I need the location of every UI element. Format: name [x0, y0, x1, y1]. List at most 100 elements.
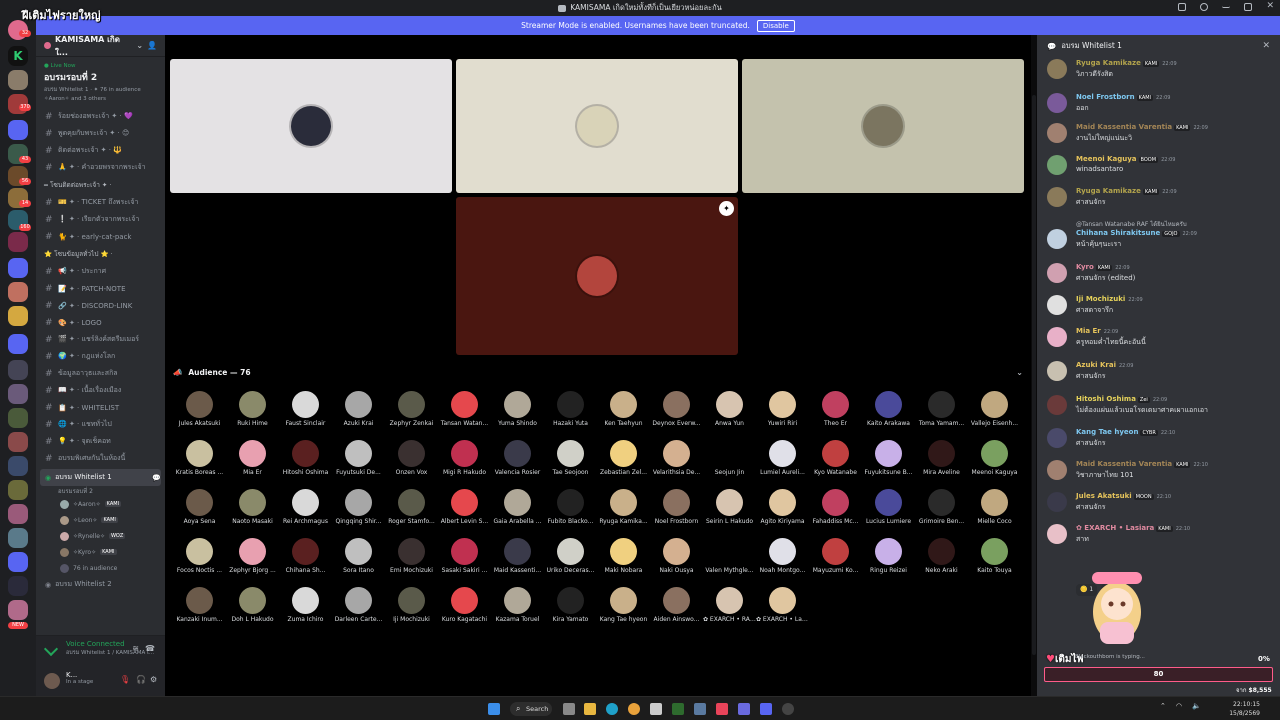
message-avatar[interactable] [1047, 155, 1067, 175]
channel-item[interactable]: # 📢 ✦ · ประกาศ [36, 263, 165, 280]
server-icon[interactable]: K [8, 46, 28, 66]
server-icon[interactable] [8, 258, 28, 278]
audience-member[interactable]: Qingqing Shir... [332, 489, 385, 525]
message-author[interactable]: Ryuga Kamikaze [1076, 187, 1141, 195]
server-icon[interactable] [8, 528, 28, 548]
chrome-icon[interactable] [628, 703, 640, 715]
maximize-button[interactable] [1244, 3, 1253, 11]
server-icon[interactable] [8, 456, 28, 476]
windows-start-icon[interactable] [488, 703, 500, 715]
audience-member[interactable]: Fubito Blacko... [544, 489, 597, 525]
speaker-tile[interactable] [170, 59, 452, 193]
channel-item[interactable]: # 📝 ✦ · PATCH-NOTE [36, 280, 165, 297]
chat-message[interactable]: Jules Akatsuki MOON 22:10 ศาสนจักร [1047, 492, 1272, 513]
audience-member[interactable]: Kratis Boreas ... [173, 440, 226, 476]
voice-member[interactable]: ✧Aaron✧ KAMI [36, 496, 165, 512]
audience-member[interactable]: Kira Yamato [544, 587, 597, 623]
audience-member[interactable]: Zephyr Zenkai [385, 391, 438, 427]
chat-message[interactable]: Kang Tae hyeon CYBR 22:10 ศาสนจักร [1047, 428, 1272, 449]
live-stage-card[interactable]: ● Live Now อบรมรอบที่ 2 อบรม Whitelist 1… [42, 61, 159, 104]
system-clock[interactable]: 22:10:15 15/8/2569 [1229, 700, 1260, 718]
speaker-tile[interactable] [742, 59, 1024, 193]
server-icon[interactable] [8, 600, 28, 620]
discord-taskbar-icon[interactable] [760, 703, 772, 715]
chat-icon[interactable]: 💬 [152, 474, 161, 482]
disable-streamer-mode-button[interactable]: Disable [756, 19, 795, 32]
file-explorer-icon[interactable] [584, 703, 596, 715]
server-icon[interactable] [8, 360, 28, 380]
voice-member[interactable]: 76 in audience [36, 560, 165, 576]
wifi-icon[interactable]: ◠ [1176, 702, 1182, 710]
voice-member[interactable]: ✧Kyro✧ KAMI [36, 544, 165, 560]
message-avatar[interactable] [1047, 524, 1067, 544]
server-icon[interactable] [8, 576, 28, 596]
audience-member[interactable]: Lucius Lumiere [862, 489, 915, 525]
channel-category[interactable]: ═ โซนติดต่อพระเจ้า ✦ · [36, 176, 165, 194]
chevron-up-icon[interactable]: ⌃ [1160, 702, 1166, 710]
audience-member[interactable]: Valencia Rosier [491, 440, 544, 476]
audience-member[interactable]: Mielle Coco [968, 489, 1021, 525]
audience-member[interactable]: Toma Yamam... [915, 391, 968, 427]
reply-preview[interactable]: @Tansan Watanabe RAF ได้ยินไหมครับ [1076, 219, 1272, 229]
audience-member[interactable]: Tae Seojoon [544, 440, 597, 476]
message-avatar[interactable] [1047, 59, 1067, 79]
audience-member[interactable]: Ryuga Kamika... [597, 489, 650, 525]
add-member-icon[interactable]: 👤 [147, 41, 157, 50]
audience-member[interactable]: Maki Nobara [597, 538, 650, 574]
audience-member[interactable]: Naoto Masaki [226, 489, 279, 525]
audience-member[interactable]: Ruki Hime [226, 391, 279, 427]
speaker-tile[interactable]: ✦ [456, 197, 738, 355]
terminal-icon[interactable] [672, 703, 684, 715]
audience-member[interactable]: Naki Ousya [650, 538, 703, 574]
message-author[interactable]: Ryuga Kamikaze [1076, 59, 1141, 67]
audience-member[interactable]: ✿ EXARCH • Las... [756, 587, 809, 623]
audience-member[interactable]: Aiden Ainswo... [650, 587, 703, 623]
audience-member[interactable]: Ringu Reizei [862, 538, 915, 574]
audience-member[interactable]: Fuyutsuki De... [332, 440, 385, 476]
message-author[interactable]: Mia Er [1076, 327, 1101, 335]
audience-member[interactable]: Mira Aveline [915, 440, 968, 476]
chat-message[interactable]: Meenoi Kaguya BOOM 22:09 winadsantaro [1047, 155, 1272, 175]
message-author[interactable]: Jules Akatsuki [1076, 492, 1132, 500]
server-icon[interactable] [8, 282, 28, 302]
audience-member[interactable]: Zuma Ichiro [279, 587, 332, 623]
message-author[interactable]: Meenoi Kaguya [1076, 155, 1137, 163]
audience-member[interactable]: Neko Araki [915, 538, 968, 574]
audience-member[interactable]: Sora Itano [332, 538, 385, 574]
server-icon[interactable] [8, 70, 28, 90]
server-icon[interactable] [8, 120, 28, 140]
audience-member[interactable]: Doh L Hakudo [226, 587, 279, 623]
audience-member[interactable]: Gaia Arabella ... [491, 489, 544, 525]
speaker-tile[interactable] [456, 59, 738, 193]
audience-member[interactable]: Tansan Watan... [438, 391, 491, 427]
channel-item[interactable]: # 🔗 ✦ · DISCORD-LINK [36, 297, 165, 314]
server-icon[interactable] [8, 480, 28, 500]
message-author[interactable]: Hitoshi Oshima [1076, 395, 1136, 403]
audience-member[interactable]: Valen Mythgle... [703, 538, 756, 574]
audience-member[interactable]: Focos Noctis ... [173, 538, 226, 574]
chat-message[interactable]: Kyro KAMI 22:09 ศาสนจักร (edited) [1047, 263, 1272, 284]
audience-member[interactable]: Sasaki Sakiri ... [438, 538, 491, 574]
channel-item[interactable]: # 🎬 ✦ · แชร์ลิงค์สตรีมเมอร์ [36, 331, 165, 348]
message-avatar[interactable] [1047, 361, 1067, 381]
mute-icon[interactable]: 🎙 [120, 675, 130, 685]
audience-member[interactable]: Kuro Kagatachi [438, 587, 491, 623]
channel-item[interactable]: # ติดต่อพระเจ้า ✦ · 🔱 [36, 142, 165, 159]
server-icon[interactable] [8, 504, 28, 524]
channel-item[interactable]: # 💡 ✦ · จุดเช็คอท [36, 433, 165, 450]
channel-item[interactable]: # 🎨 ✦ · LOGO [36, 314, 165, 331]
message-author[interactable]: Kang Tae hyeon [1076, 428, 1138, 436]
server-icon[interactable] [8, 432, 28, 452]
channel-item[interactable]: # พูดคุยกับพระเจ้า ✦ · 😊 [36, 125, 165, 142]
audience-member[interactable]: Fahaddiss Mc... [809, 489, 862, 525]
chat-message[interactable]: Maid Kassentia Varentia KAMI 22:10 วิชาภาษา… [1047, 460, 1272, 481]
message-avatar[interactable] [1047, 492, 1067, 512]
audience-member[interactable]: Noah Montgo... [756, 538, 809, 574]
audience-member[interactable]: Anwa Yun [703, 391, 756, 427]
audience-member[interactable]: Yuma Shindo [491, 391, 544, 427]
voice-member[interactable]: ✧Rynelle✧ WOZ [36, 528, 165, 544]
chat-message[interactable]: Maid Kassentia Varentia KAMI 22:09 งานไม่ให… [1047, 123, 1272, 144]
audience-member[interactable]: Migi R Hakudo [438, 440, 491, 476]
user-avatar[interactable] [44, 673, 60, 689]
server-icon[interactable] [8, 334, 28, 354]
